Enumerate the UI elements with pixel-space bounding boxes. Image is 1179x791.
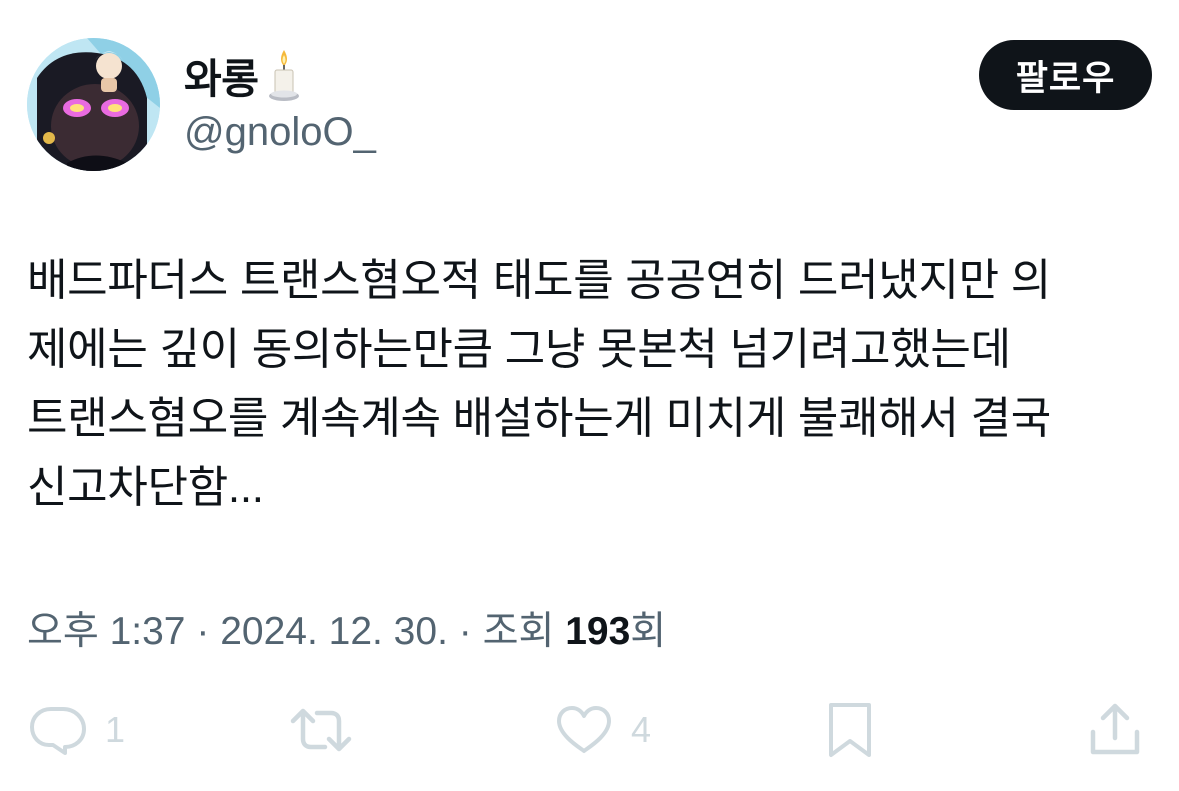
reply-icon [30, 707, 86, 755]
views-count: 193 [565, 610, 631, 653]
name-row: 와롱 [184, 46, 376, 104]
retweet-button[interactable] [289, 700, 371, 760]
tweet-header: 와롱 @gnoloO_ 팔로우 [27, 38, 1152, 172]
retweet-icon [290, 708, 352, 752]
tweet-meta: 오후 1:37 · 2024. 12. 30. · 조회 193회 [27, 600, 666, 656]
heart-icon [557, 706, 611, 753]
user-info: 와롱 @gnoloO_ [184, 46, 376, 155]
like-count: 4 [631, 709, 652, 750]
tweet-date[interactable]: 2024. 12. 30. [220, 610, 448, 653]
reply-count: 1 [105, 709, 126, 750]
candle-icon [266, 46, 300, 104]
action-bar: 1 4 [27, 700, 1152, 760]
views-label: 조회 [482, 610, 555, 653]
tweet-time[interactable]: 오후 1:37 [27, 610, 186, 653]
avatar[interactable] [27, 38, 160, 171]
like-button[interactable]: 4 [555, 700, 651, 760]
share-button[interactable] [1087, 700, 1143, 760]
meta-separator: · [458, 610, 472, 653]
share-icon [1090, 703, 1140, 755]
display-name[interactable]: 와롱 [184, 45, 259, 105]
follow-button[interactable]: 팔로우 [979, 40, 1152, 110]
bookmark-icon [829, 703, 871, 757]
tweet-text: 배드파더스 트랜스혐오적 태도를 공공연히 드러냈지만 의 제에는 깊이 동의하… [27, 256, 1051, 512]
avatar-image [27, 38, 160, 171]
reply-button[interactable]: 1 [29, 700, 125, 760]
meta-separator: · [196, 610, 210, 653]
user-handle[interactable]: @gnoloO_ [184, 110, 376, 155]
bookmark-button[interactable] [827, 700, 873, 760]
views-suffix: 회 [630, 610, 667, 653]
